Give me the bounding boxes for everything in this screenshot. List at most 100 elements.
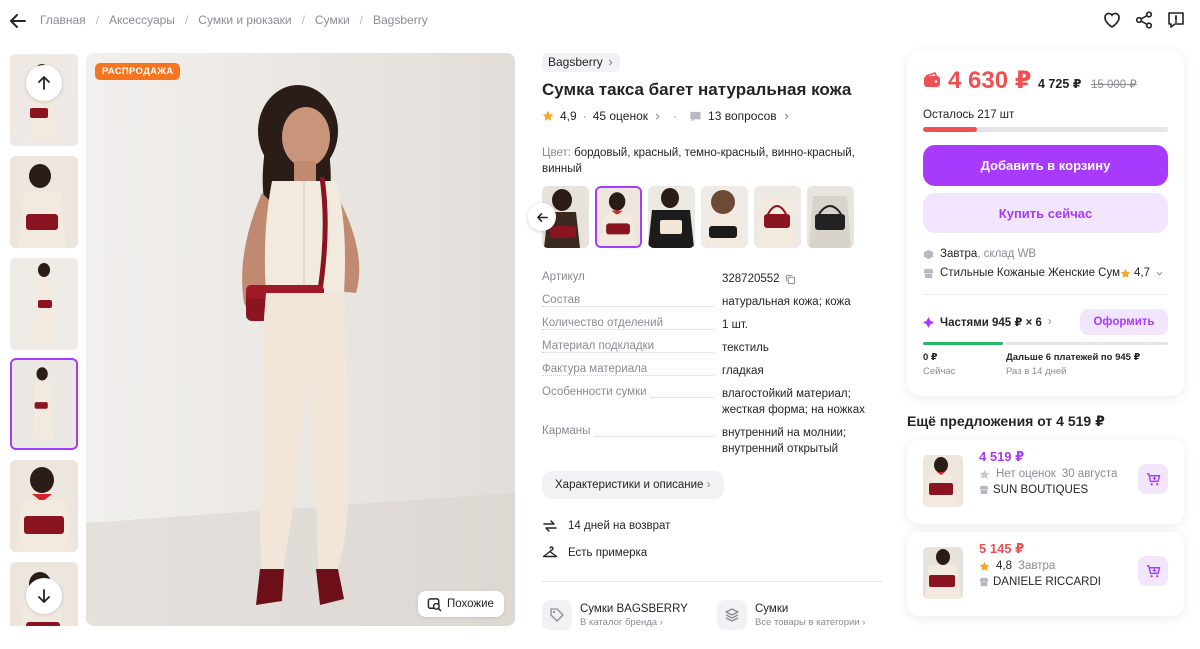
delivery-info: Завтра, склад WB [923,248,1036,260]
color-swatch-3[interactable] [648,186,695,248]
thumbnail-list [10,54,80,626]
tag-icon [542,600,572,630]
buy-now-button[interactable]: Купить сейчас [923,193,1168,233]
thumbnails-down-button[interactable] [26,578,62,614]
shop-icon [979,577,989,587]
seller-info[interactable]: Стильные Кожаные Женские Сум 4,7 [923,267,1163,279]
installments-button[interactable]: Оформить [1080,309,1168,335]
spec-row-article: Артикул 328720552 [542,271,882,287]
offer-shop: SUN BOUTIQUES [979,484,1088,496]
similar-button[interactable]: Похожие [418,591,504,617]
return-arrows-icon [543,520,557,532]
offer-shop-name: SUN BOUTIQUES [993,484,1089,496]
spec-row-texture: Фактура материала гладкая [542,363,882,379]
spec-key: Состав [542,294,585,306]
chevron-right-icon [784,113,789,119]
offer-add-to-cart-button[interactable] [1138,556,1168,586]
breadcrumb-brand[interactable]: Bagsberry [373,13,428,27]
offer-rating: 4,8 [996,560,1012,572]
spec-value: 1 шт. [722,319,749,331]
spec-value: влагостойкий материал; жесткая форма; на… [722,388,865,416]
swatches-prev-button[interactable] [528,203,556,231]
installments-now-label: Сейчас [923,366,956,377]
reviews-link[interactable]: 45 оценок [593,109,648,123]
breadcrumb-home[interactable]: Главная [40,13,86,27]
offer-add-to-cart-button[interactable] [1138,464,1168,494]
similar-search-icon [427,597,442,611]
secondary-price: 4 725 ₽ [1038,77,1082,91]
cart-plus-icon [1146,472,1160,485]
installments-later: Дальше 6 платежей по 945 ₽ Раз в 14 дней [1006,352,1140,377]
wallet-icon [923,72,941,88]
main-product-photo[interactable] [86,53,515,626]
question-icon [690,111,701,122]
breadcrumb-accessories[interactable]: Аксессуары [109,13,175,27]
spec-row-features: Особенности сумки влагостойкий материал;… [542,386,882,418]
breadcrumb: Главная / Аксессуары / Сумки и рюкзаки / Су… [40,13,428,27]
share-icon[interactable] [1134,10,1154,30]
offer-card[interactable]: 5 145 ₽ 4,8 Завтра DANIELE RICCARDI [907,532,1184,616]
color-swatch-6[interactable] [807,186,854,248]
add-to-cart-button[interactable]: Добавить в корзину [923,145,1168,186]
more-offers-title: Ещё предложения от 4 519 ₽ [907,413,1105,429]
thumbnail-4[interactable] [10,358,78,450]
report-icon[interactable] [1166,10,1186,30]
color-swatches [542,186,854,248]
brand-catalog-link[interactable]: Сумки BAGSBERRY В каталог бренда › [542,600,688,630]
installments-later-amount: Дальше 6 платежей по 945 ₽ [1006,352,1141,363]
fitting-feature: Есть примерка [542,545,647,561]
spec-value: текстиль [722,342,769,354]
brand-catalog-title: Сумки BAGSBERRY [580,602,688,615]
breadcrumb-bags[interactable]: Сумки [315,13,350,27]
offer-card[interactable]: 4 519 ₽ Нет оценок 30 августа SUN BOUTIQ… [907,440,1184,524]
thumbnail-3[interactable] [10,258,78,350]
offer-date: 30 августа [1061,468,1118,480]
installments-row[interactable]: Частями 945 ₽ × 6 › [923,315,1052,329]
thumbnails-up-button[interactable] [26,65,62,101]
thumbnail-5[interactable] [10,460,78,552]
chevron-down-icon [1156,271,1163,276]
spec-value: гладкая [722,365,764,377]
offer-price: 5 145 ₽ [979,541,1025,556]
spec-key: Материал подкладки [542,340,659,352]
layers-icon [717,600,747,630]
spec-value: натуральная кожа; кожа [722,296,851,308]
category-link[interactable]: Сумки Все товары в категории › [717,600,865,630]
back-arrow-icon[interactable] [8,11,28,31]
installments-now: 0 ₽ Сейчас [923,352,955,377]
breadcrumb-bags-backpacks[interactable]: Сумки и рюкзаки [198,13,291,27]
spec-key: Карманы [542,425,595,437]
copy-icon[interactable] [785,274,796,285]
questions-link[interactable]: 13 вопросов [708,109,777,123]
characteristics-button[interactable]: Характеристики и описание › [542,471,724,499]
product-title: Сумка такса багет натуральная кожа [542,80,852,99]
spec-value: внутренний на молнии; внутренний открыты… [722,427,847,455]
installments-later-label: Раз в 14 дней [1006,366,1067,377]
heart-icon[interactable] [1102,10,1122,30]
spec-key: Фактура материала [542,363,652,375]
chevron-right-icon [655,113,660,119]
category-sub: Все товары в категории [755,616,860,628]
color-swatch-5[interactable] [754,186,801,248]
current-price: 4 630 ₽ [948,67,1032,94]
shop-icon [979,485,989,495]
seller-name: Стильные Кожаные Женские Сум [940,267,1121,279]
color-line: Цвет: бордовый, красный, темно-красный, … [542,145,872,177]
stock-left-text: Осталось 217 шт [923,109,1015,121]
thumbnail-2[interactable] [10,156,78,248]
offer-date: Завтра [1018,560,1056,572]
old-price: 15 000 ₽ [1091,79,1137,91]
hanger-icon [542,546,558,558]
stock-progress-fill [923,127,977,132]
color-swatch-2[interactable] [595,186,642,248]
brand-chip[interactable]: Bagsberry [542,53,620,72]
offer-rating: Нет оценок [996,468,1056,480]
spec-key: Количество отделений [542,317,668,329]
similar-label: Похожие [447,598,494,610]
fitting-text: Есть примерка [568,547,648,559]
offer-price: 4 519 ₽ [979,449,1025,464]
star-icon [979,561,990,571]
rating-value: 4,9 [560,109,577,123]
return-feature: 14 дней на возврат [542,518,670,534]
color-swatch-4[interactable] [701,186,748,248]
